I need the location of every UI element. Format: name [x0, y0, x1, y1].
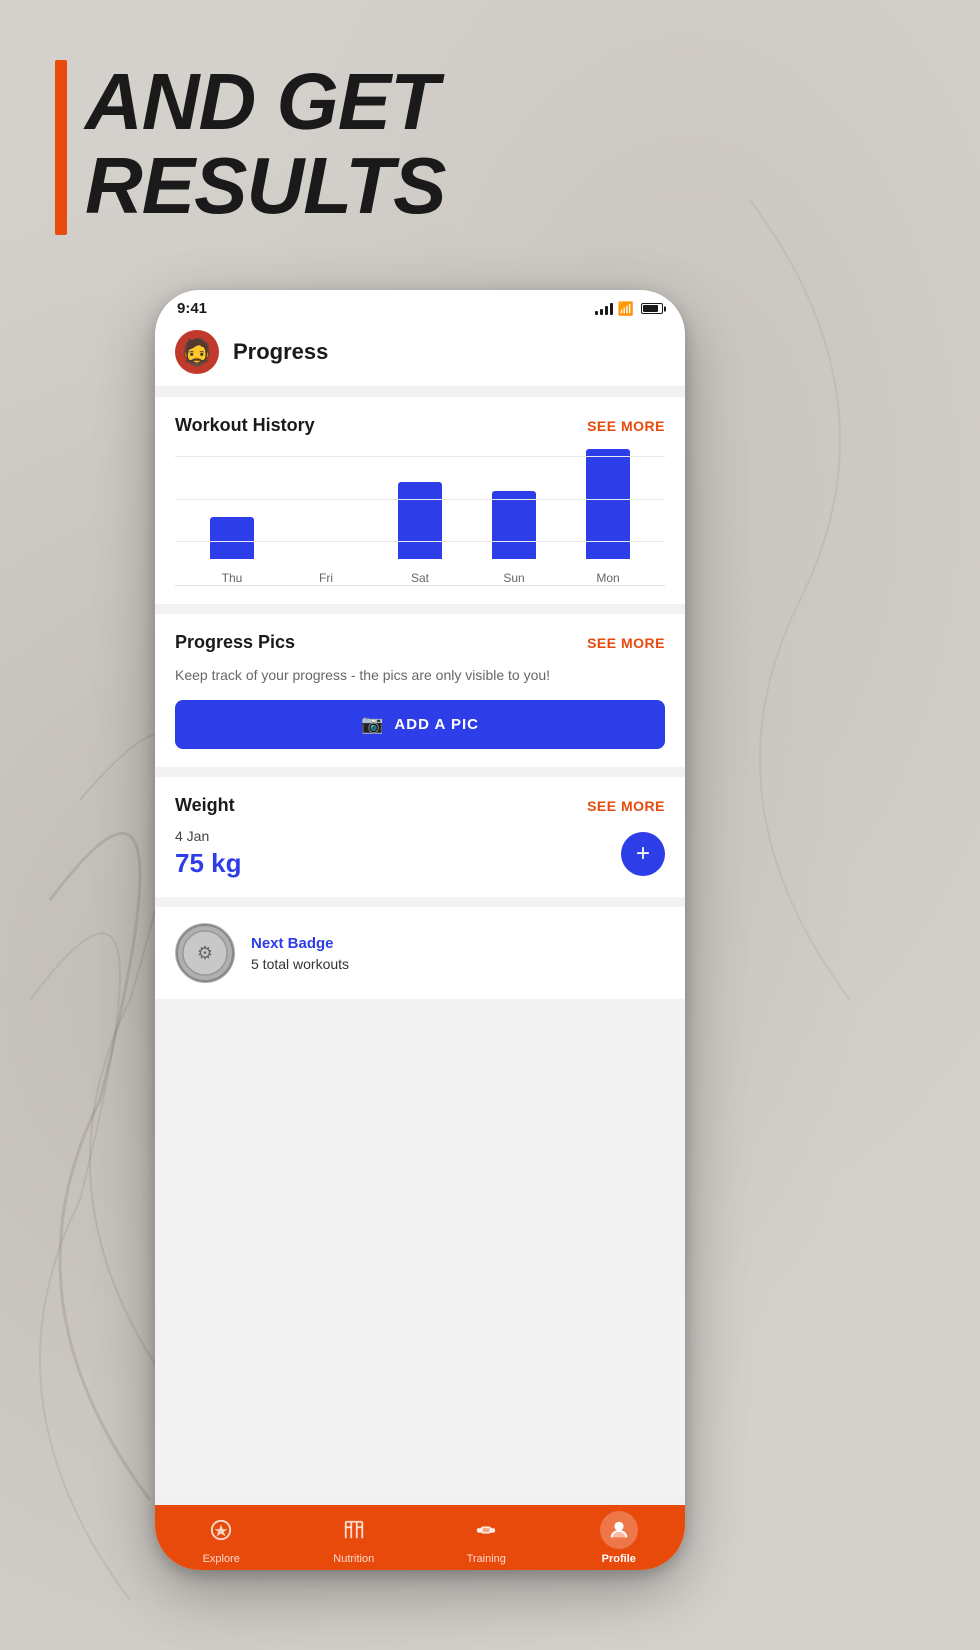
nav-label-nutrition: Nutrition	[333, 1553, 374, 1565]
nav-item-nutrition[interactable]: Nutrition	[288, 1503, 421, 1571]
bar-thu	[210, 517, 254, 559]
wifi-icon: 📶	[618, 301, 634, 317]
workout-chart: Thu Fri Sat Sun Mon	[175, 448, 665, 586]
phone-mockup: 9:41 📶 🧔 Progress Workout History S	[155, 290, 685, 1570]
bar-mon	[586, 449, 630, 559]
battery-icon	[641, 303, 663, 314]
bar-group-fri: Fri	[304, 559, 348, 585]
weight-card: Weight SEE MORE 4 Jan 75 kg +	[155, 777, 685, 897]
nav-icon-profile	[600, 1511, 638, 1549]
next-badge-card: ⚙ Next Badge 5 total workouts	[155, 907, 685, 999]
weight-see-more[interactable]: SEE MORE	[587, 798, 665, 814]
workout-history-title: Workout History	[175, 415, 315, 436]
grid-line-top	[175, 456, 665, 457]
badge-image: ⚙	[175, 923, 235, 983]
add-pic-label: ADD A PIC	[394, 716, 479, 733]
progress-pics-description: Keep track of your progress - the pics a…	[175, 665, 665, 686]
avatar: 🧔	[175, 330, 219, 374]
next-badge-description: 5 total workouts	[251, 956, 349, 972]
nav-icon-explore	[202, 1511, 240, 1549]
hero-section: AND GET RESULTS	[55, 60, 445, 228]
bar-sat	[398, 482, 442, 559]
progress-pics-header: Progress Pics SEE MORE	[175, 632, 665, 653]
grid-line-mid	[175, 499, 665, 500]
add-weight-button[interactable]: +	[621, 832, 665, 876]
nav-label-profile: Profile	[602, 1553, 636, 1565]
nav-label-training: Training	[467, 1553, 506, 1565]
signal-icon	[595, 303, 613, 315]
status-icons: 📶	[595, 301, 663, 317]
next-badge-label: Next Badge	[251, 935, 349, 952]
hero-title: AND GET RESULTS	[55, 60, 445, 228]
weight-info: 4 Jan 75 kg	[175, 828, 242, 879]
bar-label-sun: Sun	[503, 571, 524, 585]
camera-icon: 📷	[361, 714, 384, 735]
weight-header: Weight SEE MORE	[175, 795, 665, 816]
bar-group-sun: Sun	[492, 491, 536, 585]
progress-pics-see-more[interactable]: SEE MORE	[587, 635, 665, 651]
grid-line-low	[175, 541, 665, 542]
chart-grid: Thu Fri Sat Sun Mon	[175, 456, 665, 586]
nav-item-explore[interactable]: Explore	[155, 1503, 288, 1571]
nav-icon-training	[467, 1511, 505, 1549]
workout-history-header: Workout History SEE MORE	[175, 415, 665, 436]
nav-item-training[interactable]: Training	[420, 1503, 553, 1571]
status-bar: 9:41 📶	[155, 290, 685, 322]
page-title: Progress	[233, 339, 328, 365]
weight-row: 4 Jan 75 kg +	[175, 828, 665, 879]
scroll-content[interactable]: Workout History SEE MORE Thu Fri Sat Sun Mon…	[155, 387, 685, 1497]
workout-history-see-more[interactable]: SEE MORE	[587, 418, 665, 434]
bar-label-sat: Sat	[411, 571, 429, 585]
bar-group-sat: Sat	[398, 482, 442, 585]
nav-item-profile[interactable]: Profile	[553, 1503, 686, 1571]
bar-group-mon: Mon	[586, 449, 630, 585]
weight-title: Weight	[175, 795, 235, 816]
status-time: 9:41	[177, 300, 207, 317]
nav-label-explore: Explore	[203, 1553, 240, 1565]
bars-container: Thu Fri Sat Sun Mon	[175, 456, 665, 585]
badge-info: Next Badge 5 total workouts	[251, 935, 349, 972]
bar-group-thu: Thu	[210, 517, 254, 585]
bottom-navigation: Explore Nutrition Training Profile	[155, 1505, 685, 1570]
orange-accent-bar	[55, 60, 67, 235]
bar-sun	[492, 491, 536, 559]
bar-label-fri: Fri	[319, 571, 333, 585]
progress-pics-card: Progress Pics SEE MORE Keep track of you…	[155, 614, 685, 767]
app-header: 🧔 Progress	[155, 322, 685, 387]
add-pic-button[interactable]: 📷 ADD A PIC	[175, 700, 665, 749]
weight-value: 75 kg	[175, 848, 242, 879]
workout-history-card: Workout History SEE MORE Thu Fri Sat Sun Mon	[155, 397, 685, 604]
bar-label-thu: Thu	[222, 571, 243, 585]
svg-text:⚙: ⚙	[197, 943, 213, 963]
weight-date: 4 Jan	[175, 828, 242, 844]
bar-label-mon: Mon	[596, 571, 619, 585]
nav-icon-nutrition	[335, 1511, 373, 1549]
progress-pics-title: Progress Pics	[175, 632, 295, 653]
